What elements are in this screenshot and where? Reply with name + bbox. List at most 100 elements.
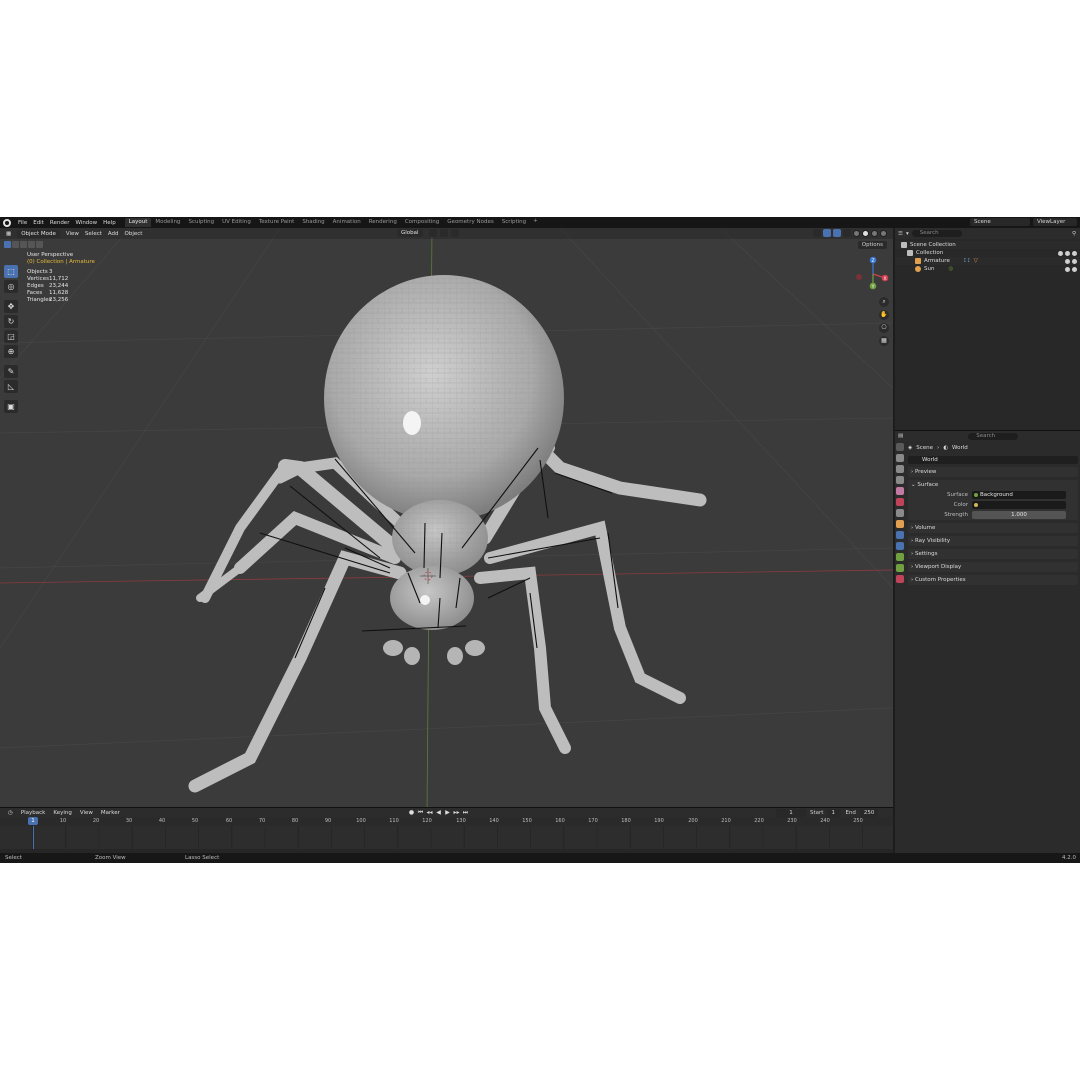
playhead[interactable]	[33, 826, 34, 849]
tab-geometry-nodes[interactable]: Geometry Nodes	[443, 218, 497, 227]
panel-volume[interactable]: › Volume	[908, 523, 1078, 533]
solid-shading-icon[interactable]	[862, 229, 869, 237]
menu-marker[interactable]: Marker	[97, 810, 124, 816]
gizmo-neg-x-icon[interactable]	[856, 274, 862, 280]
transform-orientation-selector[interactable]: Global	[397, 229, 423, 237]
menu-view[interactable]: View	[63, 231, 82, 237]
current-frame-indicator[interactable]: 1	[28, 817, 38, 825]
play-reverse-icon[interactable]: ◀	[435, 809, 442, 816]
menu-add[interactable]: Add	[105, 231, 122, 237]
data-tab-icon[interactable]	[896, 564, 904, 572]
menu-help[interactable]: Help	[100, 220, 119, 226]
tool-tab-icon[interactable]	[896, 443, 904, 451]
select-box-icon[interactable]: ⬚	[4, 265, 18, 278]
properties-type-icon[interactable]: ▤	[898, 433, 903, 439]
pan-hand-icon[interactable]: ✋	[879, 310, 889, 320]
prev-keyframe-icon[interactable]: ◂◂	[426, 809, 433, 816]
color-swatch[interactable]	[972, 501, 1066, 509]
world-datablock-field[interactable]: World	[908, 456, 1078, 464]
surface-shader-field[interactable]: Background	[972, 491, 1066, 499]
tab-rendering[interactable]: Rendering	[365, 218, 401, 227]
menu-render[interactable]: Render	[47, 220, 73, 226]
snap-icon[interactable]	[439, 229, 448, 237]
cursor-icon[interactable]: ◎	[4, 280, 18, 293]
editor-type-icon[interactable]: ▦	[3, 231, 14, 237]
transform-icon[interactable]: ⊕	[4, 345, 18, 358]
camera-icon[interactable]	[1072, 250, 1077, 256]
current-frame-field[interactable]: 1	[776, 809, 806, 817]
annotate-icon[interactable]: ✎	[4, 365, 18, 378]
output-tab-icon[interactable]	[896, 465, 904, 473]
zoom-icon[interactable]: ⌕	[879, 297, 889, 307]
menu-file[interactable]: File	[15, 220, 30, 226]
rendered-shading-icon[interactable]	[880, 229, 887, 237]
eye-icon[interactable]	[1065, 250, 1070, 256]
checkbox-icon[interactable]	[1058, 250, 1063, 256]
tab-animation[interactable]: Animation	[329, 218, 365, 227]
select-intersect-icon[interactable]	[36, 241, 43, 248]
properties-search-input[interactable]: Search	[968, 432, 1019, 440]
menu-playback[interactable]: Playback	[17, 810, 50, 816]
display-mode-icon[interactable]: ▾	[906, 231, 909, 237]
select-extend-icon[interactable]	[12, 241, 19, 248]
tab-sculpting[interactable]: Sculpting	[184, 218, 218, 227]
mode-selector[interactable]: Object Mode	[17, 229, 60, 238]
pivot-point-icon[interactable]	[428, 229, 437, 237]
tab-compositing[interactable]: Compositing	[401, 218, 443, 227]
next-keyframe-icon[interactable]: ▸▸	[453, 809, 460, 816]
navigation-gizmo[interactable]: Z X Y	[855, 256, 891, 290]
scale-icon[interactable]: ◲	[4, 330, 18, 343]
view-layer-tab-icon[interactable]	[896, 476, 904, 484]
strength-field[interactable]: 1.000	[972, 511, 1066, 519]
material-shading-icon[interactable]	[871, 229, 878, 237]
measure-icon[interactable]: ◺	[4, 380, 18, 393]
outliner-row-collection[interactable]: Collection	[895, 249, 1080, 257]
keyframe-track[interactable]	[0, 826, 893, 849]
start-frame-field[interactable]: 1	[827, 809, 842, 817]
end-frame-field[interactable]: 250	[859, 809, 878, 817]
menu-object[interactable]: Object	[122, 231, 146, 237]
jump-start-icon[interactable]: ⏮	[417, 809, 424, 816]
menu-select[interactable]: Select	[82, 231, 105, 237]
collection-tab-icon[interactable]	[896, 509, 904, 517]
menu-timeline-view[interactable]: View	[76, 810, 97, 816]
panel-preview[interactable]: › Preview	[908, 467, 1078, 477]
perspective-toggle-icon[interactable]: ▦	[879, 336, 889, 346]
outliner-row-scene-collection[interactable]: Scene Collection	[895, 241, 1080, 249]
constraint-tab-icon[interactable]	[896, 553, 904, 561]
filter-icon[interactable]: ⚲	[1072, 231, 1076, 237]
proportional-edit-icon[interactable]	[450, 229, 459, 237]
select-invert-icon[interactable]	[28, 241, 35, 248]
select-new-icon[interactable]	[4, 241, 11, 248]
camera-icon[interactable]	[1072, 266, 1077, 272]
tab-layout[interactable]: Layout	[124, 218, 152, 227]
panel-settings[interactable]: › Settings	[908, 549, 1078, 559]
physics-tab-icon[interactable]	[896, 542, 904, 550]
frame-ruler[interactable]: 1 10 20 30 40 50 60 70 80 90 100 110 120…	[0, 817, 893, 826]
panel-ray-visibility[interactable]: › Ray Visibility	[908, 536, 1078, 546]
scene-selector[interactable]: Scene	[970, 218, 1030, 226]
outliner-row-sun[interactable]: Sun ◎	[895, 265, 1080, 273]
wireframe-shading-icon[interactable]	[853, 229, 860, 237]
tab-shading[interactable]: Shading	[298, 218, 328, 227]
xray-toggle-icon[interactable]	[843, 229, 851, 237]
play-icon[interactable]: ▶	[444, 809, 451, 816]
panel-custom-properties[interactable]: › Custom Properties	[908, 575, 1078, 585]
tab-texture-paint[interactable]: Texture Paint	[255, 218, 299, 227]
outliner-type-icon[interactable]: ☰	[898, 231, 903, 237]
view-layer-selector[interactable]: ViewLayer	[1033, 218, 1077, 226]
rotate-icon[interactable]: ↻	[4, 315, 18, 328]
blender-logo-icon[interactable]	[3, 218, 11, 227]
tab-uv-editing[interactable]: UV Editing	[218, 218, 255, 227]
options-dropdown[interactable]: Options	[857, 241, 887, 249]
overlay-toggle-icon[interactable]	[833, 229, 841, 237]
menu-edit[interactable]: Edit	[30, 220, 47, 226]
add-cube-icon[interactable]: ▣	[4, 400, 18, 413]
tab-scripting[interactable]: Scripting	[498, 218, 530, 227]
jump-end-icon[interactable]: ⏭	[462, 809, 469, 816]
move-icon[interactable]: ✥	[4, 300, 18, 313]
gizmo-toggle-icon[interactable]	[823, 229, 831, 237]
visibility-icon[interactable]	[813, 229, 821, 237]
camera-icon[interactable]	[1072, 258, 1077, 264]
world-tab-icon[interactable]	[896, 498, 904, 506]
